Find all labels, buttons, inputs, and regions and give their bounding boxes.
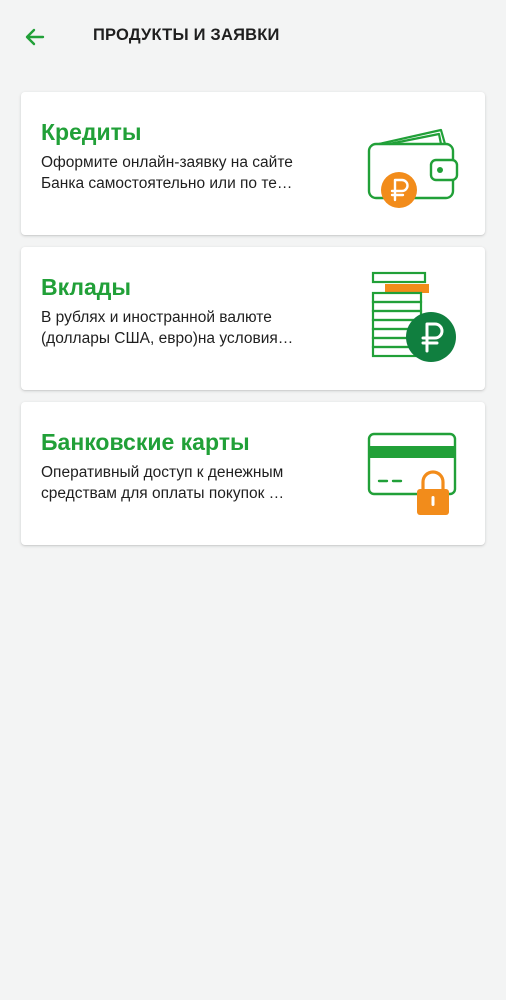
- coin-stack-ruble-icon: [371, 271, 456, 362]
- card-description-line: В рублях и иностранной валюте: [41, 309, 272, 326]
- product-card-credits[interactable]: Кредиты Оформите онлайн-заявку на сайте …: [21, 92, 485, 235]
- arrow-left-icon: [25, 28, 45, 46]
- page-title: ПРОДУКТЫ И ЗАЯВКИ: [93, 26, 280, 44]
- back-button[interactable]: [18, 20, 52, 54]
- card-title: Банковские карты: [41, 429, 250, 455]
- card-description-line: Оформите онлайн-заявку на сайте: [41, 154, 293, 171]
- card-title: Кредиты: [41, 119, 142, 145]
- card-lock-icon: [367, 432, 457, 515]
- wallet-ruble-icon: [367, 128, 459, 208]
- app-header: ПРОДУКТЫ И ЗАЯВКИ: [0, 0, 506, 72]
- product-card-bank-cards[interactable]: Банковские карты Оперативный доступ к де…: [21, 402, 485, 545]
- card-description: Оформите онлайн-заявку на сайте Банка са…: [41, 152, 341, 194]
- card-description-line: (доллары США, евро)на условия…: [41, 330, 294, 347]
- card-description: В рублях и иностранной валюте (доллары С…: [41, 307, 341, 349]
- card-description-line: Оперативный доступ к денежным: [41, 464, 284, 481]
- product-card-deposits[interactable]: Вклады В рублях и иностранной валюте (до…: [21, 247, 485, 390]
- card-description-line: средствам для оплаты покупок …: [41, 485, 285, 502]
- card-title: Вклады: [41, 274, 132, 300]
- card-description-line: Банка самостоятельно или по те…: [41, 175, 293, 192]
- card-description: Оперативный доступ к денежным средствам …: [41, 462, 341, 504]
